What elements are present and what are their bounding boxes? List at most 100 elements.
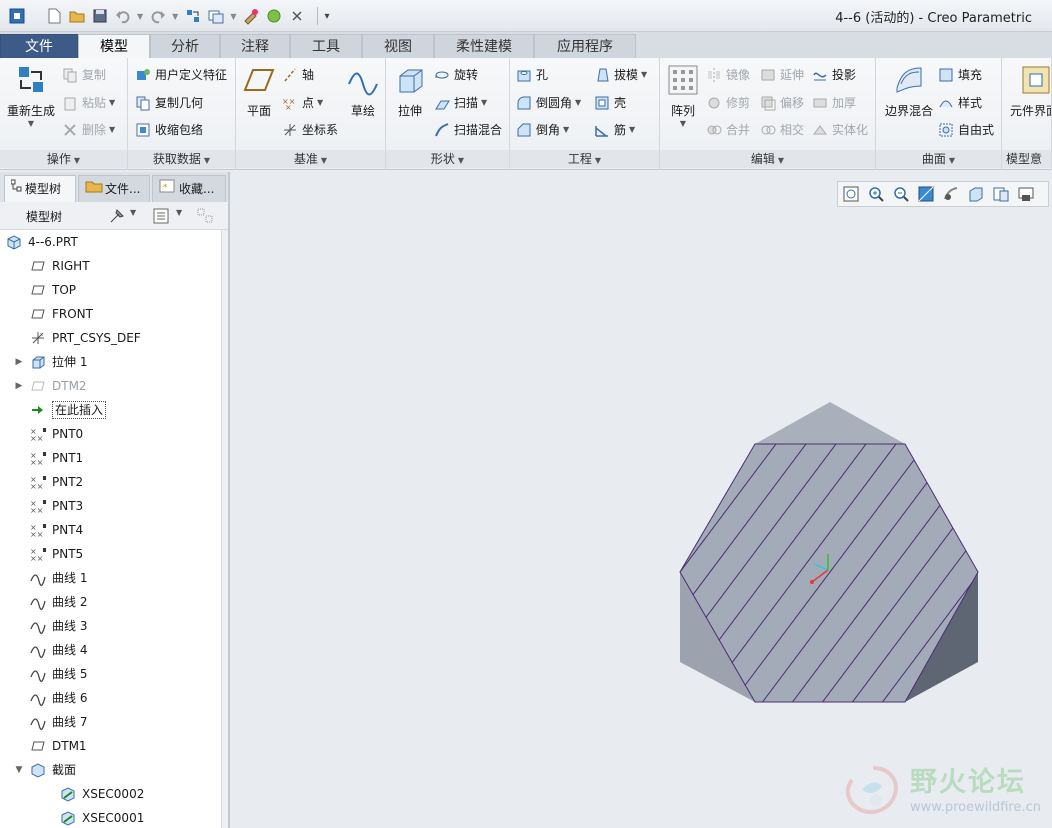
tree-settings-icon[interactable] xyxy=(108,207,126,228)
csys-button[interactable]: 坐标系 xyxy=(282,121,338,138)
thicken-button[interactable]: 加厚 xyxy=(812,94,856,111)
tree-item[interactable]: ▶ 拉伸 1 xyxy=(14,350,88,374)
tree-item[interactable]: 曲线 4 xyxy=(14,638,87,662)
tab-flexible-modeling[interactable]: 柔性建模 xyxy=(434,34,534,58)
tree-item[interactable]: × ×× PNT0 xyxy=(14,422,83,446)
tree-item[interactable]: 曲线 1 xyxy=(14,566,87,590)
tree-item[interactable]: × ×× PNT4 xyxy=(14,518,83,542)
tree-item[interactable]: 曲线 5 xyxy=(14,662,87,686)
sketch-button[interactable]: 草绘 xyxy=(344,64,382,119)
tree-item[interactable]: ▼ 截面 xyxy=(14,758,76,782)
fill-button[interactable]: 填充 xyxy=(938,66,982,83)
tree-item[interactable]: 在此插入 xyxy=(14,398,107,422)
redo-dropdown-icon[interactable]: ▼ xyxy=(172,12,178,21)
boundary-blend-button[interactable]: 边界混合 xyxy=(880,64,938,119)
zoom-out-icon[interactable] xyxy=(892,185,910,203)
offset-button[interactable]: 偏移 xyxy=(760,94,804,111)
new-file-icon[interactable] xyxy=(45,7,63,25)
axis-button[interactable]: 轴 xyxy=(282,66,314,83)
zoom-in-icon[interactable] xyxy=(867,185,885,203)
plane-button[interactable]: 平面 xyxy=(240,64,278,119)
open-folder-icon[interactable] xyxy=(68,7,86,25)
regenerate-dropdown-icon[interactable]: ▼ xyxy=(4,119,58,128)
tree-item[interactable]: XSEC0001 xyxy=(44,806,144,828)
hole-button[interactable]: 孔 xyxy=(516,66,548,83)
refit-icon[interactable] xyxy=(842,185,860,203)
engineering-group-label[interactable]: 工程 ▼ xyxy=(510,150,659,168)
repaint-icon[interactable] xyxy=(917,185,935,203)
solidify-button[interactable]: 实体化 xyxy=(812,121,868,138)
mirror-button[interactable]: 镜像 xyxy=(706,66,750,83)
model-intent-group-label[interactable]: 模型意图 xyxy=(1002,150,1051,168)
copy-button[interactable]: 复制 xyxy=(62,66,106,83)
expand-arrow-icon[interactable]: ▶ xyxy=(14,350,24,374)
tree-item[interactable]: 曲线 2 xyxy=(14,590,87,614)
tree-item[interactable]: XSEC0002 xyxy=(44,782,144,806)
show-columns-dropdown-icon[interactable]: ▼ xyxy=(176,208,182,217)
editing-group-label[interactable]: 编辑 ▼ xyxy=(660,150,875,168)
tree-item[interactable]: RIGHT xyxy=(14,254,90,278)
pattern-button[interactable]: 阵列 ▼ xyxy=(664,64,702,128)
udf-button[interactable]: 用户定义特征 xyxy=(135,66,227,83)
tree-settings-dropdown-icon[interactable]: ▼ xyxy=(130,208,136,217)
round-button[interactable]: 倒圆角 ▼ xyxy=(516,94,581,111)
sweep-button[interactable]: 扫描 ▼ xyxy=(434,94,487,111)
rib-button[interactable]: 筋 ▼ xyxy=(594,121,635,138)
tree-item[interactable]: TOP xyxy=(14,278,76,302)
tab-file[interactable]: 文件 xyxy=(0,34,78,58)
graphics-window[interactable] xyxy=(230,172,1052,828)
undo-dropdown-icon[interactable]: ▼ xyxy=(137,12,143,21)
tree-item[interactable]: × ×× PNT3 xyxy=(14,494,83,518)
saved-views-icon[interactable] xyxy=(992,185,1010,203)
save-icon[interactable] xyxy=(91,7,109,25)
swept-blend-button[interactable]: 扫描混合 xyxy=(434,121,502,138)
windows-icon[interactable] xyxy=(207,7,225,25)
component-interface-button[interactable]: 元件界面 xyxy=(1010,64,1051,119)
tab-analysis[interactable]: 分析 xyxy=(150,34,220,58)
tree-item[interactable]: 曲线 7 xyxy=(14,710,87,734)
surfaces-group-label[interactable]: 曲面 ▼ xyxy=(876,150,1001,168)
tree-item[interactable]: × ×× PNT1 xyxy=(14,446,83,470)
tree-item[interactable]: x PRT_CSYS_DEF xyxy=(14,326,141,350)
shapes-group-label[interactable]: 形状 ▼ xyxy=(386,150,509,168)
project-button[interactable]: 投影 xyxy=(812,66,856,83)
tree-item[interactable]: FRONT xyxy=(14,302,93,326)
freestyle-button[interactable]: 自由式 xyxy=(938,121,994,138)
show-columns-icon[interactable] xyxy=(152,207,170,228)
paste-button[interactable]: 粘贴 ▼ xyxy=(62,94,115,111)
delete-button[interactable]: 删除 ▼ xyxy=(62,121,115,138)
windows-dropdown-icon[interactable]: ▼ xyxy=(230,12,236,21)
tree-filter-icon[interactable] xyxy=(196,207,216,228)
spin-center-icon[interactable] xyxy=(942,185,960,203)
tree-item[interactable]: × ×× PNT5 xyxy=(14,542,83,566)
tab-folder-browser[interactable]: 文件... xyxy=(78,175,150,202)
collapse-arrow-icon[interactable]: ▼ xyxy=(14,758,24,782)
appearance-icon[interactable] xyxy=(242,7,260,25)
revolve-button[interactable]: 旋转 xyxy=(434,66,478,83)
expand-arrow-icon[interactable]: ▶ xyxy=(14,374,24,398)
tree-item[interactable]: 曲线 6 xyxy=(14,686,87,710)
shell-button[interactable]: 壳 xyxy=(594,94,626,111)
point-button[interactable]: ×× × 点 ▼ xyxy=(282,94,323,112)
tree-item[interactable]: 曲线 3 xyxy=(14,614,87,638)
tab-tools[interactable]: 工具 xyxy=(290,34,362,58)
get-data-group-label[interactable]: 获取数据 ▼ xyxy=(128,150,235,168)
style-button[interactable]: 样式 xyxy=(938,94,982,111)
close-window-icon[interactable] xyxy=(288,7,306,25)
view-manager-icon[interactable] xyxy=(1017,185,1035,203)
render-sphere-icon[interactable] xyxy=(265,7,283,25)
tree-item[interactable]: × ×× PNT2 xyxy=(14,470,83,494)
chamfer-button[interactable]: 倒角 ▼ xyxy=(516,121,569,138)
app-menu-icon[interactable] xyxy=(8,7,26,25)
merge-button[interactable]: 合并 xyxy=(706,121,750,138)
intersect-button[interactable]: 相交 xyxy=(760,121,804,138)
pattern-dropdown-icon[interactable]: ▼ xyxy=(664,119,702,128)
extend-button[interactable]: 延伸 xyxy=(760,66,804,83)
display-style-icon[interactable] xyxy=(967,185,985,203)
extrude-button[interactable]: 拉伸 xyxy=(390,64,430,119)
tab-annotate[interactable]: 注释 xyxy=(220,34,290,58)
trim-button[interactable]: 修剪 xyxy=(706,94,750,111)
regenerate-quick-icon[interactable] xyxy=(184,7,202,25)
redo-icon[interactable] xyxy=(149,7,167,25)
tab-view[interactable]: 视图 xyxy=(362,34,434,58)
